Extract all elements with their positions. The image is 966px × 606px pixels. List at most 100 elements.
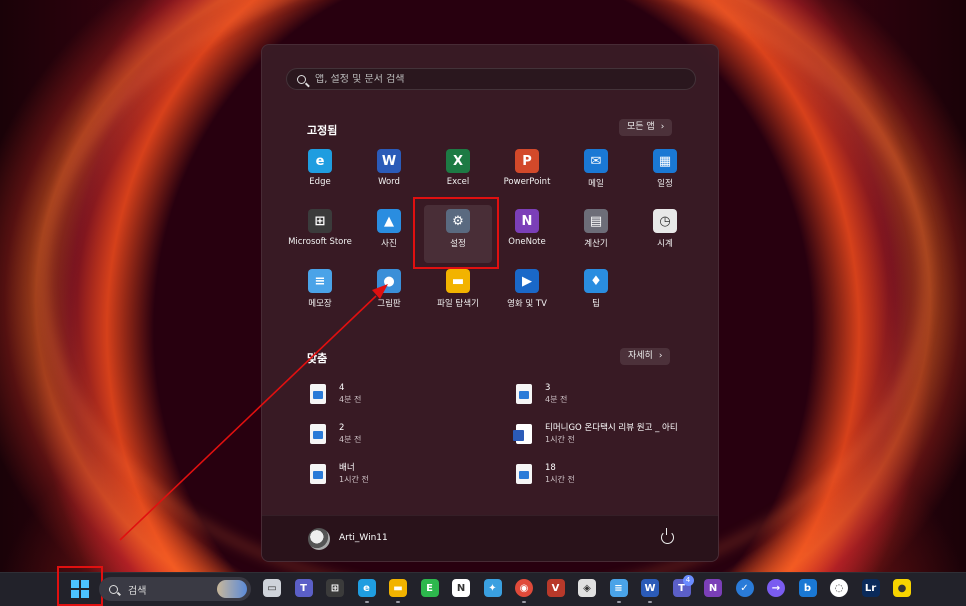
store-icon: ⊞ [308,209,332,233]
vivaldi-icon[interactable]: V [546,579,565,597]
power-icon[interactable] [661,528,674,544]
more-label: 자세히 [628,351,653,361]
pinned-app-15[interactable]: ▶ 영화 및 TV [493,265,561,323]
pinned-app-12[interactable]: ≡ 메모장 [286,265,354,323]
recommended-item-time: 4분 전 [339,395,362,404]
pinned-app-4[interactable]: ✉ 메일 [562,145,630,203]
todo-icon[interactable]: ✓ [735,579,754,597]
chevron-right-icon: › [660,122,665,132]
pinned-app-9[interactable]: N OneNote [493,205,561,263]
pinned-app-label: OneNote [508,237,546,247]
vpn-icon[interactable]: → [767,579,785,597]
notion-icon[interactable]: N [452,579,470,597]
pinned-app-label: 시계 [657,239,673,249]
user-name[interactable]: Arti_Win11 [339,533,388,543]
pinned-app-13[interactable]: ● 그림판 [355,265,423,323]
file-explorer-icon: ▬ [446,269,470,293]
image-file-icon [310,384,326,404]
word-file-icon [513,424,532,444]
calculator-icon: ▤ [584,209,608,233]
pinned-app-6[interactable]: ⊞ Microsoft Store [286,205,354,263]
naver-icon[interactable]: ◌ [830,579,848,597]
pinned-app-1[interactable]: W Word [355,145,423,203]
file-explorer-icon[interactable]: ▬ [389,579,407,597]
edge-icon: e [308,149,332,173]
chrome-icon[interactable]: ◉ [515,579,533,597]
recommended-item-time: 1시간 전 [339,475,369,484]
image-file-icon [310,424,326,444]
word-icon: W [377,149,401,173]
bird-icon[interactable]: ✦ [483,579,502,597]
search-icon [297,74,306,84]
excel-icon: X [446,149,470,173]
pinned-app-8[interactable]: ⚙ 설정 [424,205,492,263]
recommended-item[interactable]: 티머니GO 온다택시 리뷰 원고 _ 아티 1시간 전 [513,419,716,449]
recommended-item[interactable]: 18 1시간 전 [516,459,716,489]
pinned-app-3[interactable]: P PowerPoint [493,145,561,203]
movies-tv-icon: ▶ [515,269,539,293]
pinned-app-0[interactable]: e Edge [286,145,354,203]
bing-icon[interactable]: b [798,579,817,597]
avatar[interactable] [308,528,330,550]
pinned-app-7[interactable]: ▲ 사진 [355,205,423,263]
pinned-app-label: 팁 [592,299,600,309]
notepad-icon: ≡ [308,269,332,293]
sync-icon[interactable]: ◈ [578,579,596,597]
notification-badge: 4 [682,575,694,586]
recommended-item-name: 18 [545,463,556,473]
pinned-app-16[interactable]: ♦ 팁 [562,265,630,323]
pinned-app-label: 계산기 [584,239,608,249]
tips-icon: ♦ [584,269,608,293]
more-button[interactable]: 자세히 › [620,348,671,365]
recommended-item-name: 3 [545,383,551,393]
kakaotalk-icon[interactable]: ● [893,579,911,597]
start-footer: Arti_Win11 [262,515,718,561]
windows-start-icon[interactable] [71,580,89,598]
pinned-app-label: 그림판 [377,299,401,309]
taskbar-search-label: 검색 [128,585,147,597]
notepad-icon[interactable]: ≡ [609,579,628,597]
search-highlight-icon [217,580,247,598]
powerpoint-icon: P [515,149,539,173]
pinned-app-5[interactable]: ▦ 일정 [631,145,699,203]
recommended-section-title: 맞춤 [307,352,328,365]
taskbar-search[interactable]: 검색 [99,577,251,601]
pinned-app-14[interactable]: ▬ 파일 탐색기 [424,265,492,323]
recommended-item-time: 1시간 전 [545,435,575,444]
calendar-icon: ▦ [653,149,677,173]
task-view-icon[interactable]: ▭ [263,579,281,597]
start-search-box[interactable] [286,68,696,90]
recommended-item[interactable]: 3 4분 전 [516,379,716,409]
start-search-input[interactable] [315,73,675,85]
running-indicator [522,601,526,603]
recommended-item-name: 티머니GO 온다택시 리뷰 원고 _ 아티 [545,423,678,433]
word-icon[interactable]: W [641,579,659,597]
all-apps-button[interactable]: 모든 앱 › [619,119,673,136]
pinned-app-10[interactable]: ▤ 계산기 [562,205,630,263]
pinned-app-2[interactable]: X Excel [424,145,492,203]
running-indicator [396,601,400,603]
chevron-right-icon: › [658,351,663,361]
recommended-item-name: 2 [339,423,345,433]
gear-icon: ⚙ [446,209,470,233]
recommended-item-time: 4분 전 [339,435,362,444]
image-file-icon [516,464,532,484]
photos-icon: ▲ [377,209,401,233]
pinned-app-label: 사진 [381,239,397,249]
store-icon[interactable]: ⊞ [326,579,344,597]
recommended-item-time: 4분 전 [545,395,568,404]
teams-icon[interactable]: T [294,579,313,597]
recommended-item-time: 1시간 전 [545,475,575,484]
onenote-icon: N [515,209,539,233]
recommended-item[interactable]: 배너 1시간 전 [310,459,510,489]
evernote-icon[interactable]: E [420,579,439,597]
onenote-icon[interactable]: N [704,579,722,597]
recommended-item[interactable]: 4 4분 전 [310,379,510,409]
recommended-item[interactable]: 2 4분 전 [310,419,510,449]
image-file-icon [310,464,326,484]
edge-icon[interactable]: e [357,579,376,597]
running-indicator [648,601,652,603]
pinned-app-label: 설정 [450,239,466,249]
pinned-app-11[interactable]: ◷ 시계 [631,205,699,263]
lightroom-icon[interactable]: Lr [861,579,880,597]
